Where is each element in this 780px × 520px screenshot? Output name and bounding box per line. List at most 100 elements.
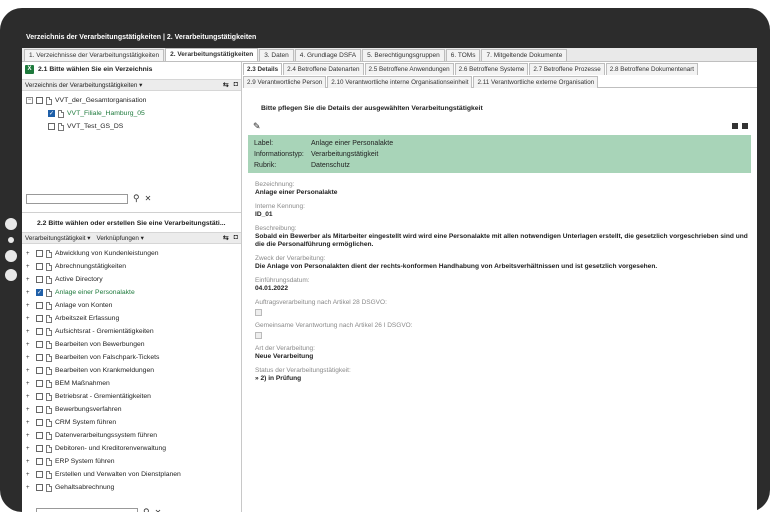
- expand-icon[interactable]: +: [26, 433, 33, 439]
- tab-systeme[interactable]: 2.6 Betroffene Systeme: [454, 63, 529, 75]
- tab-toms[interactable]: 6. TOMs: [445, 49, 481, 61]
- refresh-icon[interactable]: ⇆: [223, 81, 229, 89]
- activity-list-item[interactable]: + Betriebsrat - Gremientätigkeiten: [26, 390, 240, 403]
- tree-root[interactable]: − VVT_der_Gesamtorganisation: [26, 94, 241, 107]
- checkbox[interactable]: [36, 354, 43, 361]
- tree-item-test[interactable]: VVT_Test_GS_DS: [26, 120, 241, 133]
- activity-list-item[interactable]: + Abwicklung von Kundenleistungen: [26, 247, 240, 260]
- expand-icon[interactable]: +: [26, 446, 33, 452]
- activity-list-item[interactable]: + Aufsichtsrat - Gremientätigkeiten: [26, 325, 240, 338]
- checkbox[interactable]: [36, 341, 43, 348]
- tab-daten[interactable]: 3. Daten: [259, 49, 294, 61]
- tab-anwendungen[interactable]: 2.5 Betroffene Anwendungen: [364, 63, 454, 75]
- expand-icon[interactable]: +: [26, 251, 33, 257]
- field-value[interactable]: Anlage einer Personalakte: [255, 189, 750, 197]
- field-value[interactable]: Die Anlage von Personalakten dient der r…: [255, 263, 750, 271]
- expand-icon[interactable]: +: [26, 459, 33, 465]
- activity-list-item[interactable]: + ERP System führen: [26, 455, 240, 468]
- edit-icon[interactable]: ✎: [253, 121, 261, 132]
- tab-externe-organisation[interactable]: 2.11 Verantwortliche externe Organisatio…: [473, 76, 599, 88]
- expand-icon[interactable]: +: [26, 394, 33, 400]
- expand-icon[interactable]: +: [26, 368, 33, 374]
- activity-list-item[interactable]: + Datenverarbeitungssystem führen: [26, 429, 240, 442]
- activity-list-item[interactable]: + Bearbeiten von Krankmeldungen: [26, 364, 240, 377]
- checkbox[interactable]: [36, 432, 43, 439]
- collapse-icon[interactable]: −: [26, 97, 33, 104]
- expand-icon[interactable]: +: [26, 355, 33, 361]
- activity-dropdown[interactable]: Verarbeitungstätigkeit ▾: [25, 235, 90, 242]
- field-value[interactable]: ID_01: [255, 211, 750, 219]
- field-value[interactable]: Neue Verarbeitung: [255, 353, 750, 361]
- maximize-icon[interactable]: ◘: [234, 81, 238, 89]
- expand-icon[interactable]: +: [26, 264, 33, 270]
- checkbox[interactable]: [36, 250, 43, 257]
- activity-list-item[interactable]: + Bewerbungsverfahren: [26, 403, 240, 416]
- tab-verantwortliche-person[interactable]: 2.9 Verantwortliche Person: [243, 76, 327, 88]
- activity-list-item[interactable]: + Bearbeiten von Bewerbungen: [26, 338, 240, 351]
- field-value[interactable]: Sobald ein Bewerber als Mitarbeiter eing…: [255, 233, 750, 249]
- excel-export-icon[interactable]: X: [25, 64, 34, 74]
- checkbox[interactable]: [36, 263, 43, 270]
- checkbox[interactable]: [36, 484, 43, 491]
- expand-icon[interactable]: +: [26, 472, 33, 478]
- activity-list-item[interactable]: + Bearbeiten von Falschpark-Tickets: [26, 351, 240, 364]
- maximize-icon[interactable]: ◘: [234, 234, 238, 242]
- directory-dropdown[interactable]: Verzeichnis der Verarbeitungstätigkeiten…: [25, 82, 142, 89]
- activity-list-item[interactable]: + BEM Maßnahmen: [26, 377, 240, 390]
- expand-icon[interactable]: +: [26, 290, 33, 296]
- activity-list-item[interactable]: + CRM System führen: [26, 416, 240, 429]
- tab-mitgeltende-dokumente[interactable]: 7. Mitgeltende Dokumente: [481, 49, 568, 61]
- checkbox[interactable]: [36, 328, 43, 335]
- checkbox-checked[interactable]: ✓: [48, 110, 55, 117]
- field-value[interactable]: 04.01.2022: [255, 285, 750, 293]
- expand-icon[interactable]: +: [26, 407, 33, 413]
- checkbox[interactable]: [36, 471, 43, 478]
- checkbox[interactable]: [48, 123, 55, 130]
- checkbox[interactable]: [36, 97, 43, 104]
- auftragsverarbeitung-checkbox[interactable]: [255, 309, 262, 316]
- tab-datenarten[interactable]: 2.4 Betroffene Datenarten: [283, 63, 364, 75]
- refresh-icon[interactable]: ⇆: [223, 234, 229, 242]
- tab-verarbeitungstaetigkeiten[interactable]: 2. Verarbeitungstätigkeiten: [165, 48, 259, 61]
- activity-list-item[interactable]: + Abrechnungstätigkeiten: [26, 260, 240, 273]
- search-icon[interactable]: ⚲: [143, 507, 150, 512]
- expand-icon[interactable]: +: [26, 303, 33, 309]
- checkbox[interactable]: [36, 276, 43, 283]
- checkbox[interactable]: [36, 367, 43, 374]
- tab-berechtigungsgruppen[interactable]: 5. Berechtigungsgruppen: [362, 49, 445, 61]
- checkbox[interactable]: [36, 419, 43, 426]
- tab-prozesse[interactable]: 2.7 Betroffene Prozesse: [529, 63, 605, 75]
- tab-dokumentenart[interactable]: 2.8 Betroffene Dokumentenart: [605, 63, 699, 75]
- tab-details[interactable]: 2.3 Details: [243, 63, 283, 75]
- activity-list-item[interactable]: + Erstellen und Verwalten von Dienstplane…: [26, 468, 240, 481]
- info-icon[interactable]: [732, 123, 738, 129]
- activity-list-item[interactable]: + Gehaltsabrechnung: [26, 481, 240, 494]
- tab-grundlage-dsfa[interactable]: 4. Grundlage DSFA: [294, 49, 362, 61]
- expand-icon[interactable]: +: [26, 420, 33, 426]
- activity-list-item[interactable]: + Active Directory: [26, 273, 240, 286]
- checkbox[interactable]: [36, 380, 43, 387]
- tab-interne-organisationseinheit[interactable]: 2.10 Verantwortliche interne Organisatio…: [327, 76, 473, 88]
- links-dropdown[interactable]: Verknüpfungen ▾: [96, 235, 143, 242]
- clear-icon[interactable]: ✕: [155, 508, 162, 512]
- activity-list-item[interactable]: + Arbeitszeit Erfassung: [26, 312, 240, 325]
- checkbox[interactable]: [36, 393, 43, 400]
- checkbox[interactable]: [36, 458, 43, 465]
- expand-icon[interactable]: +: [26, 277, 33, 283]
- activity-list-item[interactable]: + ✓ Anlage einer Personalakte: [26, 286, 240, 299]
- expand-icon[interactable]: +: [26, 342, 33, 348]
- tab-verzeichnisse[interactable]: 1. Verzeichnisse der Verarbeitungstätigk…: [24, 49, 165, 61]
- directory-search-input[interactable]: [26, 193, 128, 204]
- checkbox[interactable]: [36, 302, 43, 309]
- checkbox[interactable]: [36, 315, 43, 322]
- tree-item-hamburg[interactable]: ✓ VVT_Filiale_Hamburg_05: [26, 107, 241, 120]
- expand-icon[interactable]: +: [26, 316, 33, 322]
- checkbox[interactable]: [36, 406, 43, 413]
- field-value[interactable]: » 2) in Prüfung: [255, 375, 750, 383]
- expand-icon[interactable]: +: [26, 485, 33, 491]
- expand-icon[interactable]: +: [26, 381, 33, 387]
- expand-icon[interactable]: +: [26, 329, 33, 335]
- checkbox-checked[interactable]: ✓: [36, 289, 43, 296]
- activity-list-item[interactable]: + Debitoren- und Kreditorenverwaltung: [26, 442, 240, 455]
- checkbox[interactable]: [36, 445, 43, 452]
